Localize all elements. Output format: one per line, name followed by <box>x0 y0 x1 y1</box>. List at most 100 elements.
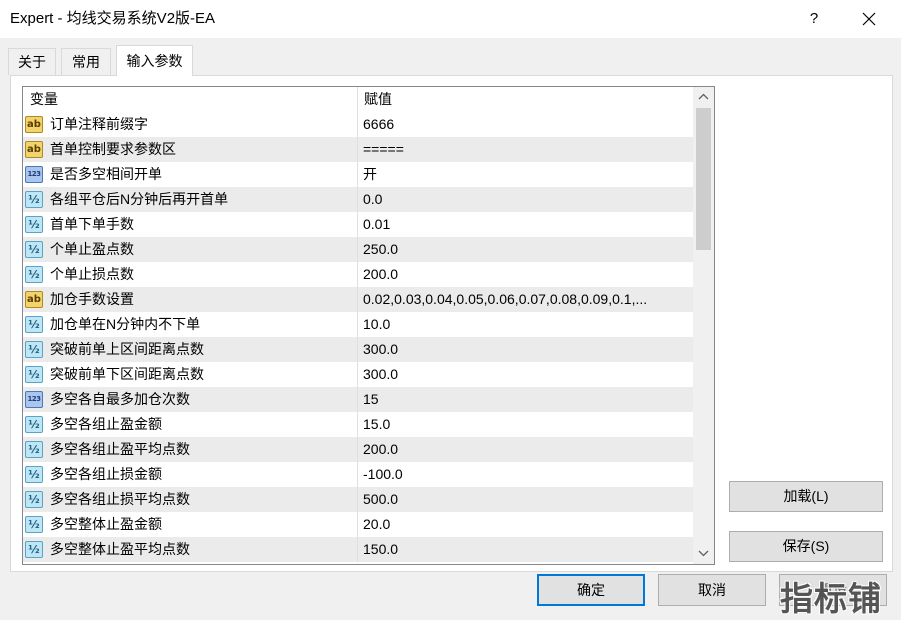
param-value-cell[interactable]: 15.0 <box>358 412 693 437</box>
param-value[interactable]: 15.0 <box>363 416 390 432</box>
param-name: 多空各组止损平均点数 <box>50 491 190 507</box>
param-row[interactable]: ½ 突破前单下区间距离点数 300.0 <box>23 362 693 387</box>
param-value[interactable]: 0.01 <box>363 216 390 232</box>
parameters-table: 变量 赋值 ab 订单注释前缀字 6666 ab 首单控制要求参数区 ===== 123 是否… <box>22 86 715 565</box>
param-name-cell[interactable]: ½ 多空整体止盈金额 <box>23 512 358 537</box>
integer-icon: 123 <box>25 391 43 408</box>
param-name-cell[interactable]: ½ 多空各组止盈平均点数 <box>23 437 358 462</box>
param-value-cell[interactable]: 200.0 <box>358 262 693 287</box>
scroll-up-button[interactable] <box>693 87 714 107</box>
param-name-cell[interactable]: ½ 多空各组止盈金额 <box>23 412 358 437</box>
param-value[interactable]: 15 <box>363 391 379 407</box>
param-value[interactable]: 0.0 <box>363 191 382 207</box>
param-row[interactable]: ab 加仓手数设置 0.02,0.03,0.04,0.05,0.06,0.07,0.… <box>23 287 693 312</box>
ok-button[interactable]: 确定 <box>537 574 645 606</box>
tab-inputs[interactable]: 输入参数 <box>116 45 193 76</box>
param-value[interactable]: 开 <box>363 166 377 182</box>
header-variable[interactable]: 变量 <box>23 87 358 112</box>
param-row[interactable]: ½ 多空整体止盈金额 20.0 <box>23 512 693 537</box>
param-name-cell[interactable]: 123 多空各自最多加仓次数 <box>23 387 358 412</box>
param-name-cell[interactable]: ½ 加仓单在N分钟内不下单 <box>23 312 358 337</box>
param-value-cell[interactable]: 300.0 <box>358 337 693 362</box>
param-value-cell[interactable]: -100.0 <box>358 462 693 487</box>
param-row[interactable]: ½ 多空各组止损平均点数 500.0 <box>23 487 693 512</box>
param-value-cell[interactable]: 20.0 <box>358 512 693 537</box>
tab-about[interactable]: 关于 <box>8 48 56 75</box>
scrollbar-thumb[interactable] <box>696 108 711 250</box>
param-value[interactable]: 300.0 <box>363 366 398 382</box>
param-value[interactable]: 150.0 <box>363 541 398 557</box>
param-name-cell[interactable]: ab 首单控制要求参数区 <box>23 137 358 162</box>
param-row[interactable]: 123 多空各自最多加仓次数 15 <box>23 387 693 412</box>
param-name-cell[interactable]: ½ 个单止损点数 <box>23 262 358 287</box>
param-name-cell[interactable]: ½ 多空各组止损平均点数 <box>23 487 358 512</box>
param-name-cell[interactable]: ½ 多空整体止盈平均点数 <box>23 537 358 562</box>
scroll-down-button[interactable] <box>693 544 714 564</box>
param-name-cell[interactable]: 123 是否多空相间开单 <box>23 162 358 187</box>
param-row[interactable]: ½ 加仓单在N分钟内不下单 10.0 <box>23 312 693 337</box>
tab-common[interactable]: 常用 <box>61 48 111 75</box>
param-name: 多空整体止盈金额 <box>50 516 162 532</box>
param-value[interactable]: 300.0 <box>363 341 398 357</box>
param-value-cell[interactable]: 0.01 <box>358 212 693 237</box>
param-row[interactable]: ½ 个单止损点数 200.0 <box>23 262 693 287</box>
load-button[interactable]: 加载(L) <box>729 481 883 512</box>
param-value-cell[interactable]: 6666 <box>358 112 693 137</box>
param-name: 多空各自最多加仓次数 <box>50 391 190 407</box>
param-value[interactable]: ===== <box>363 141 404 157</box>
param-row[interactable]: ½ 多空整体止盈平均点数 150.0 <box>23 537 693 562</box>
close-icon[interactable] <box>862 12 876 26</box>
param-name: 加仓单在N分钟内不下单 <box>50 316 201 332</box>
help-button[interactable]: ? <box>806 0 822 38</box>
param-name-cell[interactable]: ½ 各组平仓后N分钟后再开首单 <box>23 187 358 212</box>
param-value-cell[interactable]: 250.0 <box>358 237 693 262</box>
param-value[interactable]: -100.0 <box>363 466 403 482</box>
param-value-cell[interactable]: 150.0 <box>358 537 693 562</box>
param-value-cell[interactable]: 200.0 <box>358 437 693 462</box>
param-value-cell[interactable]: 300.0 <box>358 362 693 387</box>
param-row[interactable]: ab 订单注释前缀字 6666 <box>23 112 693 137</box>
param-value-cell[interactable]: 0.0 <box>358 187 693 212</box>
param-row[interactable]: ½ 个单止盈点数 250.0 <box>23 237 693 262</box>
param-value-cell[interactable]: 15 <box>358 387 693 412</box>
param-value-cell[interactable]: 500.0 <box>358 487 693 512</box>
param-row[interactable]: ab 首单控制要求参数区 ===== <box>23 137 693 162</box>
param-row[interactable]: ½ 首单下单手数 0.01 <box>23 212 693 237</box>
param-name-cell[interactable]: ab 订单注释前缀字 <box>23 112 358 137</box>
param-name: 多空各组止盈金额 <box>50 416 162 432</box>
param-name: 订单注释前缀字 <box>50 116 148 132</box>
param-value[interactable]: 500.0 <box>363 491 398 507</box>
param-name-cell[interactable]: ½ 多空各组止损金额 <box>23 462 358 487</box>
param-value-cell[interactable]: 开 <box>358 162 693 187</box>
cancel-button[interactable]: 取消 <box>658 574 766 606</box>
param-row[interactable]: 123 是否多空相间开单 开 <box>23 162 693 187</box>
param-value-cell[interactable]: ===== <box>358 137 693 162</box>
param-name-cell[interactable]: ½ 个单止盈点数 <box>23 237 358 262</box>
double-icon: ½ <box>25 466 43 483</box>
param-value[interactable]: 200.0 <box>363 441 398 457</box>
vertical-scrollbar[interactable] <box>693 87 714 564</box>
param-row[interactable]: ½ 多空各组止盈金额 15.0 <box>23 412 693 437</box>
param-name-cell[interactable]: ½ 突破前单上区间距离点数 <box>23 337 358 362</box>
param-row[interactable]: ½ 突破前单上区间距离点数 300.0 <box>23 337 693 362</box>
param-name-cell[interactable]: ab 加仓手数设置 <box>23 287 358 312</box>
param-value[interactable]: 0.02,0.03,0.04,0.05,0.06,0.07,0.08,0.09,… <box>363 291 647 307</box>
param-value-cell[interactable]: 10.0 <box>358 312 693 337</box>
param-value[interactable]: 10.0 <box>363 316 390 332</box>
param-row[interactable]: ½ 多空各组止损金额 -100.0 <box>23 462 693 487</box>
param-value-cell[interactable]: 0.02,0.03,0.04,0.05,0.06,0.07,0.08,0.09,… <box>358 287 693 312</box>
integer-icon: 123 <box>25 166 43 183</box>
param-row[interactable]: ½ 各组平仓后N分钟后再开首单 0.0 <box>23 187 693 212</box>
param-value[interactable]: 200.0 <box>363 266 398 282</box>
param-name-cell[interactable]: ½ 突破前单下区间距离点数 <box>23 362 358 387</box>
param-row[interactable]: ½ 多空各组止盈平均点数 200.0 <box>23 437 693 462</box>
save-button[interactable]: 保存(S) <box>729 531 883 562</box>
param-name: 突破前单上区间距离点数 <box>50 341 204 357</box>
param-value[interactable]: 20.0 <box>363 516 390 532</box>
param-name-cell[interactable]: ½ 首单下单手数 <box>23 212 358 237</box>
param-name: 多空各组止损金额 <box>50 466 162 482</box>
param-name: 首单下单手数 <box>50 216 134 232</box>
param-value[interactable]: 6666 <box>363 116 394 132</box>
header-value[interactable]: 赋值 <box>358 87 693 112</box>
param-value[interactable]: 250.0 <box>363 241 398 257</box>
